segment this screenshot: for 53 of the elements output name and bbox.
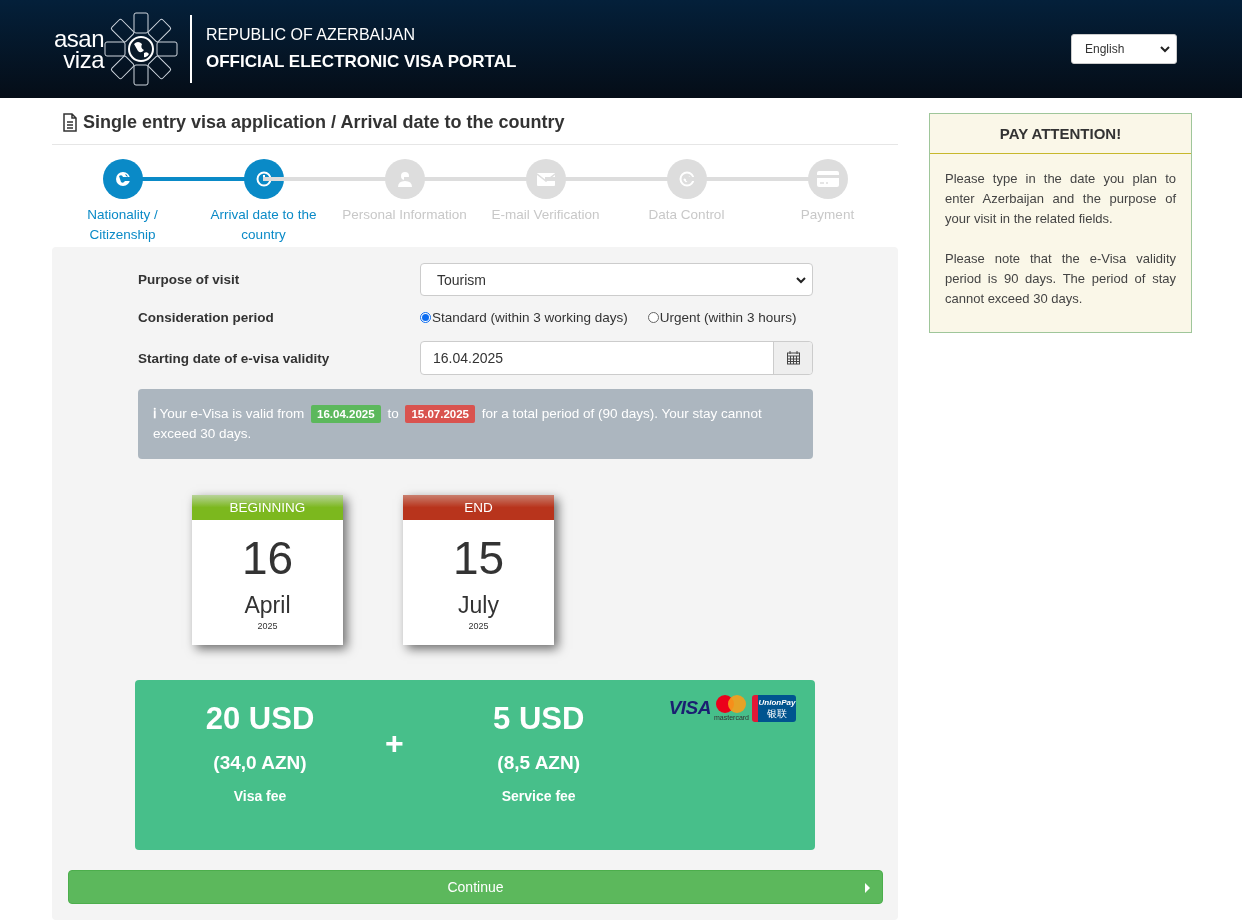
date-badge: 16.04.2025	[311, 405, 381, 423]
plus-sign: +	[385, 725, 404, 761]
logo-emblem-icon	[104, 11, 178, 87]
calendar-day: 16	[241, 532, 294, 584]
radio-label[interactable]: Standard (within 3 working days)	[432, 310, 628, 325]
field-label: Consideration period	[138, 310, 275, 325]
attention-title: PAY ATTENTION!	[930, 114, 1191, 154]
page-title: Single entry visa application / Arrival date to the country	[83, 111, 565, 133]
logo-wordmark: asan viza	[52, 28, 104, 70]
calendar-month: July	[458, 592, 499, 618]
caret-icon	[1160, 45, 1170, 53]
fee-amount: 20 USD	[205, 702, 315, 736]
credit-card-icon	[816, 170, 839, 188]
purpose-select[interactable]: Tourism	[420, 263, 813, 296]
date-badge: 15.07.2025	[405, 405, 475, 423]
step-circle[interactable]	[243, 159, 284, 199]
field-label: Starting date of e-visa validity	[138, 350, 331, 366]
step-circle[interactable]	[102, 159, 143, 199]
attention-text: Please note that the e-Visa validity period is 90 days. The period of stay cannot exceed 30 days.	[945, 250, 1176, 308]
validity-text: ℹ Your e-Visa is valid from 16.04.2025 to 15.07.2025 for a total period of (90 days). Your stay cannot exceed 30 days.	[153, 404, 763, 443]
fee-amount: 5 USD	[493, 702, 585, 736]
caret-icon	[865, 883, 870, 893]
calendar-year: 2025	[468, 621, 489, 631]
radio-button[interactable]	[420, 312, 431, 323]
date-field[interactable]: 16.04.2025	[420, 341, 813, 375]
language-select[interactable]: English	[1071, 34, 1177, 64]
calendar-button[interactable]	[773, 342, 812, 374]
fee-local-amount: (34,0 AZN)	[213, 752, 307, 774]
portal-title: OFFICIAL ELECTRONIC VISA PORTAL	[206, 52, 517, 72]
calendar-icon	[786, 351, 800, 365]
continue-button[interactable]: Continue	[68, 870, 883, 904]
document-icon	[62, 112, 78, 132]
country-title: REPUBLIC OF AZERBAIJAN	[206, 26, 416, 44]
radio-button[interactable]	[647, 312, 659, 323]
field-label: Purpose of visit	[138, 272, 241, 287]
calendar-header: END	[403, 495, 554, 520]
visa-logo: VISA	[668, 697, 711, 719]
calendar-day: 15	[452, 532, 505, 584]
attention-text: Please type in the date you plan to enter Azerbaijan and the purpose of your visit in the related fields.	[945, 170, 1176, 228]
fee-local-amount: (8,5 AZN)	[497, 752, 581, 774]
fee-label: Service fee	[501, 788, 576, 804]
user-icon	[396, 171, 413, 187]
step-label[interactable]: Nationality / Citizenship	[60, 205, 185, 245]
calendar-month: April	[244, 592, 291, 618]
caret-icon	[796, 275, 806, 284]
fee-label: Visa fee	[233, 788, 287, 804]
calendar-year: 2025	[257, 621, 278, 631]
step-label[interactable]: Arrival date to the country	[201, 205, 326, 245]
logo-caption: 银联	[767, 708, 787, 719]
circles-icon	[715, 694, 748, 714]
logo-caption: UnionPay	[758, 697, 796, 708]
calendar-header: BEGINNING	[192, 495, 343, 520]
radio-label[interactable]: Urgent (within 3 hours)	[659, 310, 797, 325]
